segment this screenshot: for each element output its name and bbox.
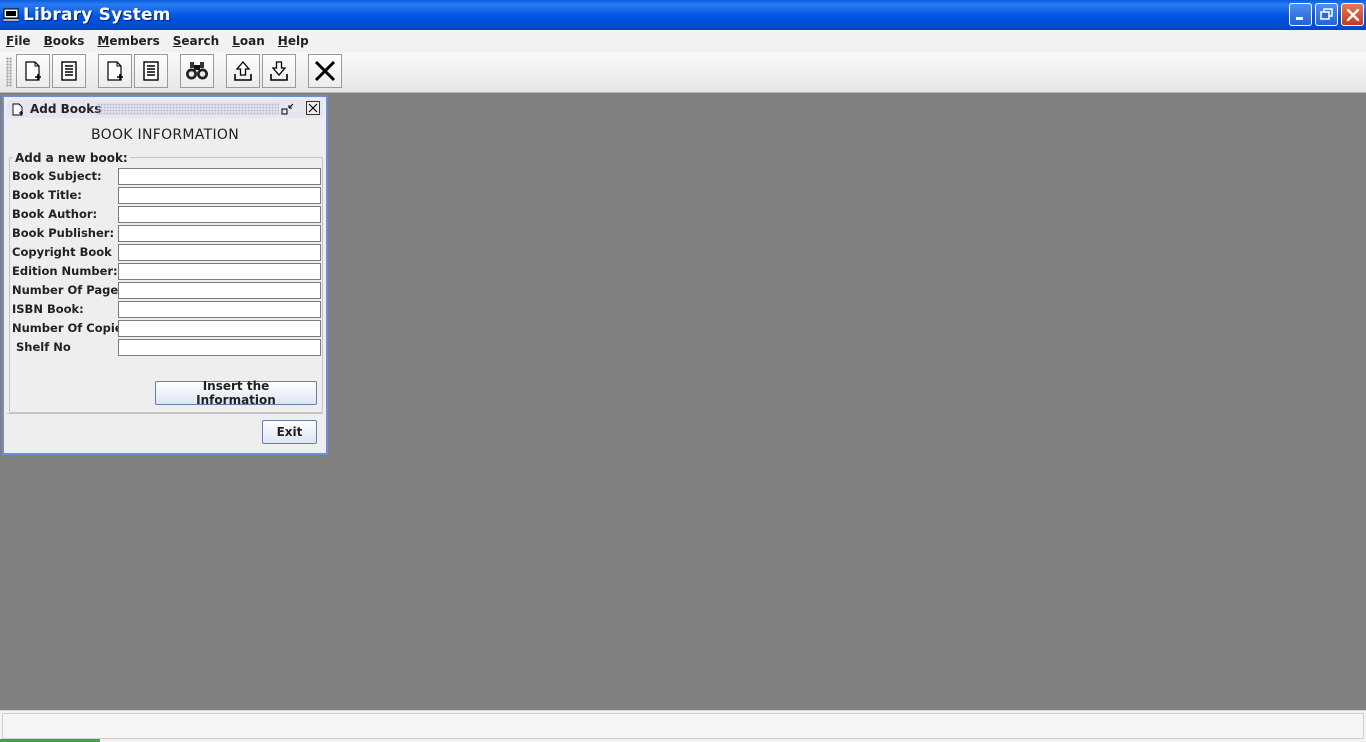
- restore-icon: [1320, 8, 1333, 20]
- add-books-title: Add Books: [30, 102, 102, 116]
- edition-number-label: Edition Number:: [12, 264, 118, 278]
- menu-loan[interactable]: Loan: [226, 34, 271, 48]
- number-of-pages-label: Number Of Pages:: [12, 283, 130, 297]
- status-bar: [0, 710, 1366, 742]
- isbn-label: ISBN Book:: [12, 302, 84, 316]
- add-books-title-bar[interactable]: Add Books: [7, 100, 323, 118]
- exit-button-frame[interactable]: Exit: [262, 420, 317, 444]
- frame-close-button[interactable]: [306, 101, 320, 115]
- computer-icon: [3, 8, 19, 22]
- upload-icon: [234, 61, 252, 81]
- book-author-input[interactable]: [118, 206, 321, 223]
- menu-members[interactable]: Members: [91, 34, 165, 48]
- divider: [7, 413, 323, 414]
- add-book-button[interactable]: [16, 54, 50, 88]
- number-of-copies-input[interactable]: [118, 320, 321, 337]
- copyright-label: Copyright Book: [12, 245, 112, 259]
- exit-button[interactable]: [308, 54, 342, 88]
- title-bar-texture: [97, 103, 279, 115]
- list-books-button[interactable]: [52, 54, 86, 88]
- title-bar[interactable]: Library System: [0, 0, 1366, 30]
- number-of-pages-input[interactable]: [118, 282, 321, 299]
- book-subject-label: Book Subject:: [12, 169, 102, 183]
- menu-search[interactable]: Search: [167, 34, 225, 48]
- isbn-input[interactable]: [118, 301, 321, 318]
- new-document-icon: [12, 103, 23, 115]
- book-publisher-label: Book Publisher:: [12, 226, 115, 240]
- download-icon: [270, 61, 288, 81]
- list-document-icon: [61, 61, 77, 81]
- group-label: Add a new book:: [13, 151, 130, 165]
- close-button[interactable]: [1341, 3, 1364, 26]
- menu-file[interactable]: File: [0, 34, 37, 48]
- book-subject-input[interactable]: [118, 168, 321, 185]
- book-title-input[interactable]: [118, 187, 321, 204]
- minimize-button[interactable]: [1289, 3, 1312, 26]
- minimize-icon: [1296, 17, 1303, 20]
- issue-book-button[interactable]: [226, 54, 260, 88]
- restore-button[interactable]: [1315, 3, 1338, 26]
- edition-number-input[interactable]: [118, 263, 321, 280]
- return-book-button[interactable]: [262, 54, 296, 88]
- book-information-heading: BOOK INFORMATION: [91, 127, 239, 143]
- close-icon: [1346, 8, 1359, 21]
- add-books-window: Add Books BOOK INFORMATION Add a new boo…: [2, 95, 328, 455]
- number-of-copies-label: Number Of Copies:: [12, 321, 135, 335]
- shelf-no-input[interactable]: [118, 339, 321, 356]
- status-field: [2, 713, 1364, 739]
- menu-books[interactable]: Books: [38, 34, 91, 48]
- toolbar-grip[interactable]: [6, 57, 12, 87]
- new-document-icon: [107, 61, 123, 81]
- book-author-label: Book Author:: [12, 207, 98, 221]
- iconify-icon[interactable]: [281, 102, 295, 116]
- close-icon: [308, 103, 318, 113]
- toolbar: [0, 52, 1366, 93]
- list-document-icon: [143, 61, 159, 81]
- shelf-no-label: Shelf No: [12, 340, 71, 354]
- insert-information-button[interactable]: Insert the Information: [155, 379, 317, 407]
- copyright-input[interactable]: [118, 244, 321, 261]
- window-title: Library System: [23, 5, 171, 25]
- menu-bar: File Books Members Search Loan Help: [0, 30, 1366, 52]
- menu-help[interactable]: Help: [272, 34, 315, 48]
- add-new-book-group: Add a new book: Book Subject: Book Title…: [9, 151, 323, 413]
- book-title-label: Book Title:: [12, 188, 82, 202]
- binoculars-icon: [186, 62, 208, 80]
- search-button[interactable]: [180, 54, 214, 88]
- book-publisher-input[interactable]: [118, 225, 321, 242]
- new-document-icon: [25, 61, 41, 81]
- add-member-button[interactable]: [98, 54, 132, 88]
- list-members-button[interactable]: [134, 54, 168, 88]
- exit-x-icon: [314, 60, 336, 82]
